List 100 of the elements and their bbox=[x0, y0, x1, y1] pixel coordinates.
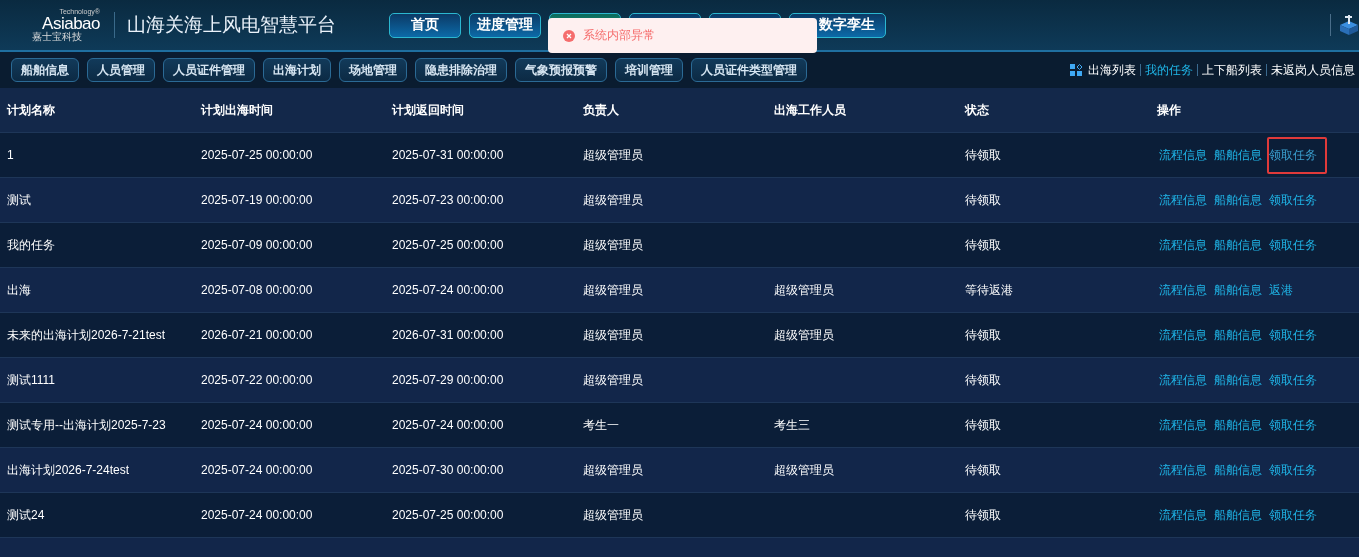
action-link[interactable]: 流程信息 bbox=[1157, 451, 1209, 489]
logo-subtitle: 嘉士宝科技 bbox=[32, 32, 82, 42]
action-link[interactable]: 船舶信息 bbox=[1212, 271, 1264, 309]
action-link[interactable]: 领取任务 bbox=[1267, 406, 1319, 444]
action-link[interactable]: 船舶信息 bbox=[1212, 451, 1264, 489]
app-title: 山海关海上风电智慧平台 bbox=[127, 13, 337, 37]
table-cell-text: 2025-07-08 00:00:00 bbox=[201, 283, 314, 297]
table-cell-text: 待领取 bbox=[965, 416, 1002, 434]
module-button[interactable]: 船舶信息 bbox=[11, 58, 79, 82]
table-cell-text: 超级管理员 bbox=[583, 146, 644, 164]
table-cell-text: 测试1111 bbox=[7, 371, 57, 389]
action-link[interactable]: 船舶信息 bbox=[1212, 496, 1264, 534]
action-link[interactable]: 流程信息 bbox=[1157, 496, 1209, 534]
table-cell-text: 2025-07-09 00:00:00 bbox=[201, 238, 314, 252]
action-link[interactable]: 领取任务 bbox=[1267, 136, 1327, 174]
action-link[interactable]: 船舶信息 bbox=[1212, 316, 1264, 354]
module-button[interactable]: 培训管理 bbox=[615, 58, 683, 82]
action-link[interactable]: 船舶信息 bbox=[1212, 136, 1264, 174]
table-cell-text: 待领取 bbox=[965, 326, 1002, 344]
table-cell-text: 超级管理员 bbox=[583, 371, 644, 389]
action-link[interactable]: 船舶信息 bbox=[1212, 406, 1264, 444]
action-link[interactable]: 流程信息 bbox=[1157, 361, 1209, 399]
action-link[interactable]: 领取任务 bbox=[1267, 496, 1319, 534]
table-cell-text: 待领取 bbox=[965, 236, 1002, 254]
table-cell-text: 2025-07-24 00:00:00 bbox=[201, 418, 314, 432]
table-cell-text: 2025-07-22 00:00:00 bbox=[201, 373, 314, 387]
table-cell-text: 超级管理员 bbox=[774, 461, 835, 479]
nav-tab[interactable]: 进度管理 bbox=[469, 12, 541, 38]
table-cell-text: 2025-07-29 00:00:00 bbox=[392, 373, 505, 387]
table-cell-text: 超级管理员 bbox=[774, 281, 835, 299]
module-button[interactable]: 隐患排除治理 bbox=[415, 58, 507, 82]
module-button[interactable]: 人员管理 bbox=[87, 58, 155, 82]
table-cell-text: 待领取 bbox=[965, 461, 1002, 479]
table-cell-text: 2025-07-25 00:00:00 bbox=[392, 508, 505, 522]
table-cell-text: 超级管理员 bbox=[583, 326, 644, 344]
table-cell-text: 1 bbox=[7, 148, 15, 162]
nav-link[interactable]: 出海列表 bbox=[1088, 61, 1136, 79]
logo-wordmark: Asiabao bbox=[42, 15, 100, 32]
action-link[interactable]: 流程信息 bbox=[1157, 226, 1209, 264]
nav-tab[interactable]: 首页 bbox=[389, 12, 461, 38]
table-cell-text: 2025-07-24 00:00:00 bbox=[392, 283, 505, 297]
table-cell-text: 2025-07-31 00:00:00 bbox=[392, 148, 505, 162]
table-cell-text: 出海 bbox=[7, 281, 32, 299]
action-link[interactable]: 领取任务 bbox=[1267, 361, 1319, 399]
module-button[interactable]: 气象预报预警 bbox=[515, 58, 607, 82]
table-cell-text: 我的任务 bbox=[7, 236, 56, 254]
action-link[interactable]: 流程信息 bbox=[1157, 316, 1209, 354]
action-link[interactable]: 船舶信息 bbox=[1212, 226, 1264, 264]
table-cell-text: 等待返港 bbox=[965, 281, 1014, 299]
cube-icon[interactable] bbox=[1339, 14, 1359, 36]
table-cell-text: 2026-07-21 00:00:00 bbox=[201, 328, 314, 342]
table-cell-text: 超级管理员 bbox=[583, 506, 644, 524]
table-cell-text: 测试 bbox=[7, 191, 32, 209]
table-cell-text: 2025-07-19 00:00:00 bbox=[201, 193, 314, 207]
table-cell-text: 超级管理员 bbox=[583, 281, 644, 299]
table-cell-text: 超级管理员 bbox=[583, 191, 644, 209]
action-link[interactable]: 流程信息 bbox=[1157, 406, 1209, 444]
action-link[interactable]: 流程信息 bbox=[1157, 136, 1209, 174]
column-header: 计划返回时间 bbox=[392, 101, 465, 119]
table-cell-text: 超级管理员 bbox=[583, 461, 644, 479]
table-cell-text: 待领取 bbox=[965, 506, 1002, 524]
table-cell-text: 2025-07-30 00:00:00 bbox=[392, 463, 505, 477]
grid-icon bbox=[1070, 64, 1082, 76]
action-link[interactable]: 领取任务 bbox=[1267, 226, 1319, 264]
table-cell-text: 2025-07-25 00:00:00 bbox=[201, 148, 314, 162]
nav-link[interactable]: 我的任务 bbox=[1145, 61, 1193, 79]
table-cell-text: 2025-07-24 00:00:00 bbox=[201, 463, 314, 477]
column-header: 操作 bbox=[1157, 101, 1182, 119]
action-link[interactable]: 领取任务 bbox=[1267, 451, 1319, 489]
column-header: 状态 bbox=[965, 101, 990, 119]
table-cell-text: 出海计划2026-7-24test bbox=[7, 461, 131, 479]
toast-message: 系统内部异常 bbox=[583, 27, 655, 44]
action-link[interactable]: 船舶信息 bbox=[1212, 361, 1264, 399]
module-button[interactable]: 人员证件类型管理 bbox=[691, 58, 807, 82]
table-cell-text: 未来的出海计划2026-7-21test bbox=[7, 326, 167, 344]
column-header: 计划名称 bbox=[7, 101, 56, 119]
table-cell-text: 待领取 bbox=[965, 371, 1002, 389]
action-link[interactable]: 领取任务 bbox=[1267, 316, 1319, 354]
table-cell-text: 考生一 bbox=[583, 416, 620, 434]
module-button[interactable]: 人员证件管理 bbox=[163, 58, 255, 82]
table-cell-text: 2025-07-25 00:00:00 bbox=[392, 238, 505, 252]
column-header: 计划出海时间 bbox=[201, 101, 274, 119]
action-link[interactable]: 返港 bbox=[1267, 271, 1295, 309]
table-cell-text: 测试专用--出海计划2025-7-23 bbox=[7, 416, 167, 434]
table-cell-text: 2025-07-23 00:00:00 bbox=[392, 193, 505, 207]
module-button[interactable]: 场地管理 bbox=[339, 58, 407, 82]
action-link[interactable]: 流程信息 bbox=[1157, 271, 1209, 309]
table-cell-text: 2025-07-24 00:00:00 bbox=[201, 508, 314, 522]
nav-link[interactable]: 未返岗人员信息 bbox=[1271, 61, 1355, 79]
table-cell-text: 超级管理员 bbox=[774, 326, 835, 344]
table-cell-text: 2026-07-31 00:00:00 bbox=[392, 328, 505, 342]
action-link[interactable]: 流程信息 bbox=[1157, 181, 1209, 219]
module-button[interactable]: 出海计划 bbox=[263, 58, 331, 82]
nav-link[interactable]: 上下船列表 bbox=[1202, 61, 1262, 79]
table-cell-text: 待领取 bbox=[965, 146, 1002, 164]
action-link[interactable]: 船舶信息 bbox=[1212, 181, 1264, 219]
column-header: 负责人 bbox=[583, 101, 620, 119]
table-cell-text: 2025-07-24 00:00:00 bbox=[392, 418, 505, 432]
error-icon bbox=[563, 29, 575, 42]
action-link[interactable]: 领取任务 bbox=[1267, 181, 1319, 219]
